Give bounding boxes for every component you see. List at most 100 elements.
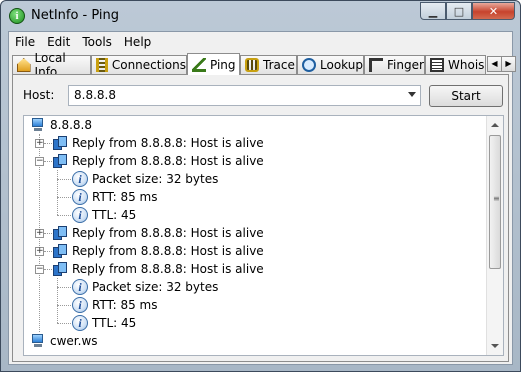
grip-icon: ≡ xyxy=(493,194,500,203)
tree-node-label: cwer.ws xyxy=(50,334,98,348)
minimize-icon: ▁ xyxy=(428,4,438,18)
tab-label: Finger xyxy=(387,58,424,72)
title-bar[interactable]: i NetInfo - Ping ▁ □ ✕ xyxy=(1,1,520,31)
tree-node-detail[interactable]: i RTT: 85 ms xyxy=(72,188,157,206)
tree-node-label: RTT: 85 ms xyxy=(92,298,158,312)
trace-icon xyxy=(245,58,259,72)
start-button[interactable]: Start xyxy=(429,85,503,107)
tree-node-label: Packet size: 32 bytes xyxy=(92,172,219,186)
info-icon: i xyxy=(72,207,88,223)
tab-finger[interactable]: Finger xyxy=(364,55,425,74)
tree-node-detail[interactable]: i RTT: 85 ms xyxy=(72,296,157,314)
host-combobox[interactable]: 8.8.8.8 xyxy=(68,85,421,106)
collapse-button[interactable]: − xyxy=(35,157,44,166)
expand-button[interactable]: + xyxy=(35,247,44,256)
tab-whois[interactable]: Whois xyxy=(425,55,486,74)
tree-node-reply[interactable]: Reply from 8.8.8.8: Host is alive xyxy=(52,260,264,278)
tab-local-info[interactable]: Local Info xyxy=(12,51,91,79)
tree-node-label: Reply from 8.8.8.8: Host is alive xyxy=(72,154,264,168)
minimize-button[interactable]: ▁ xyxy=(420,2,446,20)
client-area: File Edit Tools Help Local Info Connecti… xyxy=(8,31,516,365)
tree-node-host[interactable]: 8.8.8.8 xyxy=(30,116,92,134)
tree-line xyxy=(57,215,71,216)
expand-button[interactable]: + xyxy=(35,229,44,238)
window-title: NetInfo - Ping xyxy=(31,8,120,23)
host-label: Host: xyxy=(23,88,55,102)
house-icon xyxy=(17,58,31,72)
close-icon: ✕ xyxy=(488,4,499,18)
tree-node-reply[interactable]: Reply from 8.8.8.8: Host is alive xyxy=(52,242,264,260)
arrow-left-icon: ◀ xyxy=(491,59,498,68)
app-window: i NetInfo - Ping ▁ □ ✕ File Edit Tools H… xyxy=(0,0,521,372)
tree-node-label: Reply from 8.8.8.8: Host is alive xyxy=(72,262,264,276)
close-button[interactable]: ✕ xyxy=(472,2,515,20)
tree-line xyxy=(57,170,58,215)
tree-line xyxy=(44,269,52,270)
tree-node-detail[interactable]: i TTL: 45 xyxy=(72,206,136,224)
tree-node-host[interactable]: cwer.ws xyxy=(30,332,98,350)
menu-edit[interactable]: Edit xyxy=(41,32,76,52)
arrow-right-icon: ▶ xyxy=(505,59,512,68)
ping-panel: Host: 8.8.8.8 Start 8.8.8.8 + Reply from… xyxy=(12,74,509,362)
menu-file[interactable]: File xyxy=(9,32,41,52)
host-value: 8.8.8.8 xyxy=(74,88,116,102)
connections-icon xyxy=(96,58,108,72)
scroll-up-icon[interactable] xyxy=(491,123,499,127)
lookup-icon xyxy=(302,58,316,72)
vertical-scrollbar[interactable]: ≡ xyxy=(486,116,503,355)
tab-strip: Local Info Connections Ping Trace Lookup… xyxy=(12,51,516,79)
maximize-button[interactable]: □ xyxy=(446,2,472,20)
dropdown-arrow-icon[interactable] xyxy=(408,92,416,97)
tree-line xyxy=(44,251,52,252)
tab-connections[interactable]: Connections xyxy=(91,55,187,74)
info-icon: i xyxy=(72,279,88,295)
tab-label: Ping xyxy=(210,57,236,72)
tree-line xyxy=(44,233,52,234)
tab-label: Whois xyxy=(448,58,485,72)
tree-node-detail[interactable]: i Packet size: 32 bytes xyxy=(72,278,218,296)
scroll-down-icon[interactable] xyxy=(491,344,499,348)
tree-node-reply[interactable]: Reply from 8.8.8.8: Host is alive xyxy=(52,134,264,152)
tree-node-detail[interactable]: i Packet size: 32 bytes xyxy=(72,170,218,188)
scroll-thumb[interactable]: ≡ xyxy=(489,135,501,269)
tree-node-reply[interactable]: Reply from 8.8.8.8: Host is alive xyxy=(52,152,264,170)
tree-node-label: TTL: 45 xyxy=(92,316,137,330)
tab-ping[interactable]: Ping xyxy=(187,53,240,75)
tree-node-label: TTL: 45 xyxy=(92,208,137,222)
tree-node-label: Reply from 8.8.8.8: Host is alive xyxy=(72,226,264,240)
maximize-icon: □ xyxy=(453,4,465,18)
info-icon: i xyxy=(72,171,88,187)
tree-line xyxy=(57,323,71,324)
info-icon: i xyxy=(72,189,88,205)
menu-tools[interactable]: Tools xyxy=(76,32,118,52)
tab-lookup[interactable]: Lookup xyxy=(297,55,364,74)
tree-line xyxy=(57,287,71,288)
tree-node-reply[interactable]: Reply from 8.8.8.8: Host is alive xyxy=(52,224,264,242)
tree-line xyxy=(57,197,71,198)
info-app-icon: i xyxy=(9,8,25,24)
tab-scroll-left-button[interactable]: ◀ xyxy=(487,56,502,72)
tree-node-label: RTT: 85 ms xyxy=(92,190,158,204)
info-icon: i xyxy=(72,297,88,313)
tree-node-label: 8.8.8.8 xyxy=(50,118,92,132)
computer-icon xyxy=(30,333,46,349)
menu-help[interactable]: Help xyxy=(118,32,157,52)
tab-label: Connections xyxy=(111,58,186,72)
expand-button[interactable]: + xyxy=(35,139,44,148)
collapse-button[interactable]: − xyxy=(35,265,44,274)
tree-node-label: Packet size: 32 bytes xyxy=(92,280,219,294)
whois-icon xyxy=(430,58,444,72)
tree-node-detail[interactable]: i TTL: 45 xyxy=(72,314,136,332)
tree-node-label: Reply from 8.8.8.8: Host is alive xyxy=(72,136,264,150)
tab-trace[interactable]: Trace xyxy=(240,55,297,74)
reply-icon xyxy=(52,243,68,259)
tab-label: Trace xyxy=(263,58,295,72)
reply-icon xyxy=(52,261,68,277)
tab-label: Lookup xyxy=(320,58,363,72)
tree-node-label: Reply from 8.8.8.8: Host is alive xyxy=(72,244,264,258)
reply-icon xyxy=(52,225,68,241)
tree-line xyxy=(44,161,52,162)
tab-scroll-right-button[interactable]: ▶ xyxy=(501,56,516,72)
reply-icon xyxy=(52,153,68,169)
results-tree[interactable]: 8.8.8.8 + Reply from 8.8.8.8: Host is al… xyxy=(23,115,504,356)
